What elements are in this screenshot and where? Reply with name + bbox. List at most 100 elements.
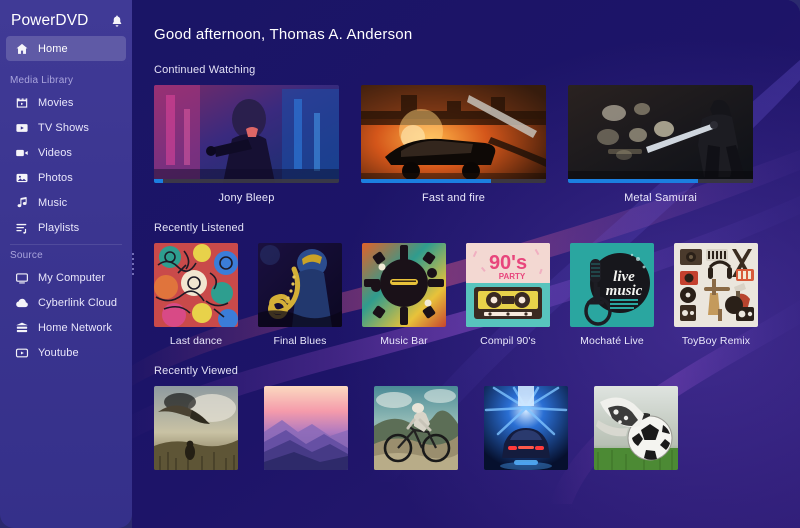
- progress-track[interactable]: [154, 179, 339, 183]
- album-card-title: Mochaté Live: [580, 335, 644, 347]
- media-card-title: Jony Bleep: [218, 192, 275, 204]
- sidebar-item-tv-shows[interactable]: TV Shows: [6, 115, 126, 140]
- album-art-live-music-teal[interactable]: live music: [570, 243, 654, 327]
- svg-text:music: music: [606, 283, 643, 299]
- thumbnail-neon-gunman[interactable]: [154, 85, 339, 183]
- sidebar-group-source-title: Source: [10, 250, 43, 261]
- album-art-saxophone-player[interactable]: [258, 243, 342, 327]
- photo-card-eagle-field[interactable]: [154, 386, 238, 470]
- album-art-cassette-tape-90s[interactable]: 90's PARTY: [466, 243, 550, 327]
- sidebar-item-videos[interactable]: Videos: [6, 140, 126, 165]
- sidebar-item-youtube-label: Youtube: [38, 346, 79, 359]
- sidebar-item-playlists[interactable]: Playlists: [6, 215, 126, 240]
- sidebar-item-tv-shows-label: TV Shows: [38, 121, 89, 134]
- svg-text:PARTY: PARTY: [499, 272, 526, 281]
- album-card-title: ToyBoy Remix: [681, 335, 751, 347]
- album-card-toyboy-remix[interactable]: ToyBoy Remix: [674, 243, 758, 347]
- sidebar-item-home-label: Home: [38, 42, 68, 55]
- album-art-instruments-burst[interactable]: [362, 243, 446, 327]
- progress-track[interactable]: [361, 179, 546, 183]
- content-scroll-area: Good afternoon, Thomas A. Anderson Conti…: [132, 0, 800, 528]
- sidebar-item-home-network[interactable]: Home Network: [6, 315, 126, 340]
- sidebar: PowerDVD Home Media Library Movies TV Sh…: [0, 0, 132, 528]
- network-server-icon: [15, 321, 29, 335]
- progress-track[interactable]: [568, 179, 753, 183]
- thumbnail-burning-car-chase[interactable]: [361, 85, 546, 183]
- sidebar-item-my-computer-label: My Computer: [38, 271, 106, 284]
- media-card-title: Metal Samurai: [624, 192, 697, 204]
- tv-icon: [15, 121, 29, 135]
- section-recently-viewed-title: Recently Viewed: [154, 365, 238, 377]
- album-card-mochate-live[interactable]: live music Mochaté Live: [570, 243, 654, 347]
- media-card-metal-samurai[interactable]: Metal Samurai: [568, 85, 753, 204]
- home-icon: [15, 42, 29, 56]
- powerdvd-app-window: PowerDVD Home Media Library Movies TV Sh…: [0, 0, 800, 528]
- album-card-music-bar[interactable]: Music Bar: [362, 243, 446, 347]
- monitor-icon: [15, 271, 29, 285]
- handle-dot: [131, 268, 134, 270]
- continued-watching-row: Jony Bleep Fast and fire Metal Samurai: [154, 85, 800, 204]
- album-card-title: Compil 90's: [480, 335, 536, 347]
- sidebar-item-my-computer[interactable]: My Computer: [6, 265, 126, 290]
- progress-fill: [361, 179, 491, 183]
- sidebar-group-media-library-title: Media Library: [10, 75, 74, 86]
- recently-viewed-row: [154, 386, 800, 470]
- handle-dot: [131, 263, 134, 265]
- album-card-compil-90s[interactable]: 90's PARTY Compil 90's: [466, 243, 550, 347]
- thumbnail-samurai-night-city[interactable]: [568, 85, 753, 183]
- handle-dot: [131, 273, 134, 275]
- svg-text:90's: 90's: [489, 252, 527, 274]
- photo-icon: [15, 171, 29, 185]
- photo-card-blue-tunnel-car[interactable]: [484, 386, 568, 470]
- sidebar-item-cyberlink-cloud-label: Cyberlink Cloud: [38, 296, 118, 309]
- greeting-title: Good afternoon, Thomas A. Anderson: [154, 26, 413, 43]
- album-card-title: Music Bar: [380, 335, 428, 347]
- youtube-play-icon: [15, 346, 29, 360]
- sidebar-divider: [10, 244, 122, 245]
- brand-row: PowerDVD: [0, 6, 132, 36]
- album-card-last-dance[interactable]: Last dance: [154, 243, 238, 347]
- sidebar-item-music-label: Music: [38, 196, 68, 209]
- sidebar-item-music[interactable]: Music: [6, 190, 126, 215]
- progress-fill: [154, 179, 164, 183]
- handle-dot: [131, 253, 134, 255]
- playlist-icon: [15, 221, 29, 235]
- media-card-title: Fast and fire: [421, 192, 486, 204]
- album-art-doodle-collage[interactable]: [154, 243, 238, 327]
- sidebar-resize-handle[interactable]: [128, 242, 137, 286]
- video-camera-icon: [15, 146, 29, 160]
- sidebar-item-photos-label: Photos: [38, 171, 73, 184]
- album-card-final-blues[interactable]: Final Blues: [258, 243, 342, 347]
- section-continued-watching: Continued Watching Jony Bleep Fast and f…: [154, 64, 800, 204]
- sidebar-item-photos[interactable]: Photos: [6, 165, 126, 190]
- sidebar-item-home-network-label: Home Network: [38, 321, 112, 334]
- bell-icon[interactable]: [110, 14, 124, 28]
- music-note-icon: [15, 196, 29, 210]
- photo-card-soccer-ball-cleat[interactable]: [594, 386, 678, 470]
- cloud-icon: [15, 296, 29, 310]
- recently-listened-row: Last dance Final Blues Music Bar 90's PA…: [154, 243, 800, 347]
- media-card-fast-and-fire[interactable]: Fast and fire: [361, 85, 546, 204]
- photo-card-pink-mountains[interactable]: [264, 386, 348, 470]
- handle-dot: [131, 258, 134, 260]
- sidebar-item-youtube[interactable]: Youtube: [6, 340, 126, 365]
- section-continued-watching-title: Continued Watching: [154, 64, 256, 76]
- movie-clapper-icon: [15, 96, 29, 110]
- sidebar-item-videos-label: Videos: [38, 146, 73, 159]
- media-card-jony-bleep[interactable]: Jony Bleep: [154, 85, 339, 204]
- sidebar-item-home[interactable]: Home: [6, 36, 126, 61]
- album-card-title: Final Blues: [273, 335, 327, 347]
- section-recently-viewed: Recently Viewed: [154, 365, 800, 470]
- section-recently-listened: Recently Listened Last dance Final Blues…: [154, 222, 800, 347]
- sidebar-item-movies-label: Movies: [38, 96, 74, 109]
- main-content-area: Good afternoon, Thomas A. Anderson Conti…: [132, 0, 800, 528]
- photo-card-mountain-biker[interactable]: [374, 386, 458, 470]
- progress-fill: [568, 179, 698, 183]
- sidebar-item-playlists-label: Playlists: [38, 221, 80, 234]
- album-art-gear-flatlay[interactable]: [674, 243, 758, 327]
- app-title: PowerDVD: [11, 12, 89, 29]
- section-recently-listened-title: Recently Listened: [154, 222, 244, 234]
- sidebar-item-cyberlink-cloud[interactable]: Cyberlink Cloud: [6, 290, 126, 315]
- sidebar-item-movies[interactable]: Movies: [6, 90, 126, 115]
